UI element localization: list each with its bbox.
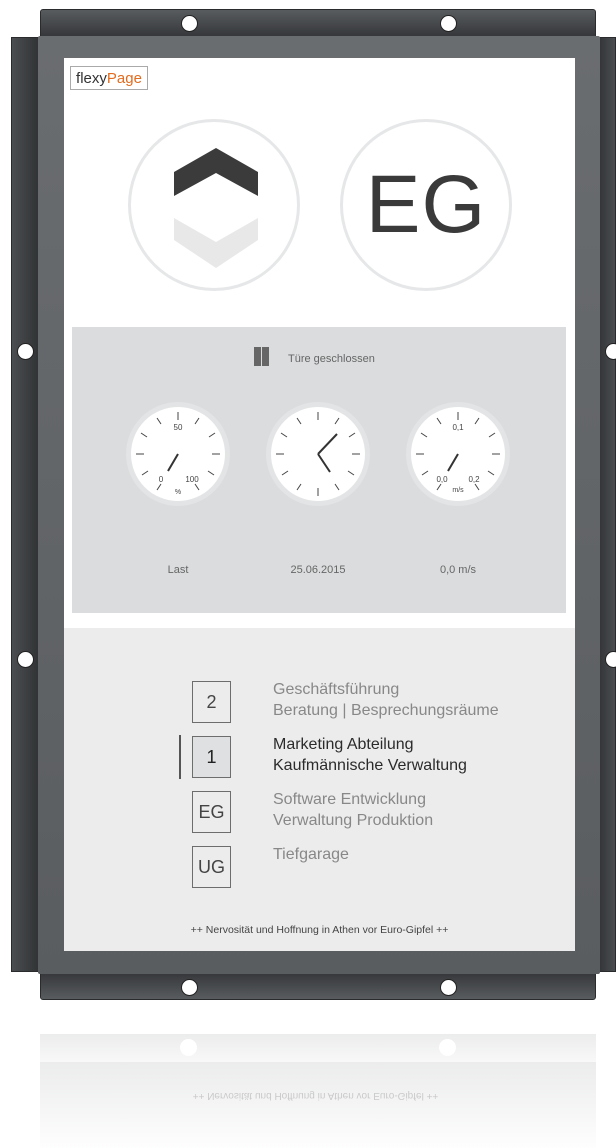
gauge-tick-label: 0 xyxy=(159,475,164,484)
speed-caption: 0,0 m/s xyxy=(439,564,477,576)
floor-description-line: Geschäftsführung xyxy=(273,681,400,698)
screw-hole xyxy=(440,979,457,996)
floor-button-eg[interactable]: EG xyxy=(192,791,231,833)
reflection-bezel xyxy=(40,1062,596,1148)
date-caption: 25.06.2015 xyxy=(290,564,346,576)
door-closed-icon xyxy=(254,347,269,366)
screw-hole xyxy=(181,15,198,32)
gauge-tick-label: 0,2 xyxy=(468,475,480,484)
reflection-hole xyxy=(439,1039,456,1056)
floor-description-line: Tiefgarage xyxy=(273,846,349,863)
screw-hole xyxy=(17,343,34,360)
current-floor-display: EG xyxy=(340,119,512,291)
mounting-bracket-bottom xyxy=(40,972,596,1000)
floor-description-line: Marketing Abteilung xyxy=(273,736,414,753)
gauge-tick-label: 0,0 xyxy=(436,475,448,484)
load-caption: Last xyxy=(167,564,189,576)
gauge-tick-label: 100 xyxy=(185,475,199,484)
news-ticker: ++ Nervosität und Hoffnung in Athen vor … xyxy=(190,924,449,936)
load-gauge: 50 0 100 % xyxy=(126,402,230,506)
floor-description-ug: Tiefgarage xyxy=(273,844,349,865)
floor-button-2[interactable]: 2 xyxy=(192,681,231,723)
reflection-bracket xyxy=(40,1034,596,1062)
device-reflection: ++ Nervosität und Hoffnung in Athen vor … xyxy=(40,1032,596,1148)
chevron-down-icon xyxy=(174,218,258,268)
screw-hole xyxy=(605,651,616,668)
active-floor-marker xyxy=(179,735,181,779)
gauge-tick-label: 50 xyxy=(174,423,183,432)
gauge-unit-label: % xyxy=(175,489,181,496)
direction-indicator xyxy=(128,119,300,291)
mounting-bracket-left xyxy=(11,37,41,972)
reflection-hole xyxy=(180,1039,197,1056)
screw-hole xyxy=(17,651,34,668)
current-floor-label: EG xyxy=(365,159,487,250)
floor-description-1: Marketing Abteilung Kaufmännische Verwal… xyxy=(273,734,467,776)
analog-clock xyxy=(266,402,370,506)
chevron-up-icon xyxy=(174,148,258,196)
floor-directory: 2 Geschäftsführung Beratung | Besprechun… xyxy=(64,628,575,951)
screw-hole xyxy=(440,15,457,32)
mounting-bracket-top xyxy=(40,9,596,37)
brand-logo: flexyPage xyxy=(70,66,148,90)
floor-button-1[interactable]: 1 xyxy=(192,736,231,778)
floor-description-line: Verwaltung Produktion xyxy=(273,812,434,829)
chevron-up-down-icon xyxy=(174,148,258,268)
status-panel: Türe geschlossen 50 0 100 % 0,1 0,0 0,2 … xyxy=(72,327,566,613)
gauge-tick-label: 0,1 xyxy=(452,423,464,432)
floor-description-line: Software Entwicklung xyxy=(273,791,426,808)
screw-hole xyxy=(605,343,616,360)
screw-hole xyxy=(181,979,198,996)
floor-description-line: Beratung | Besprechungsräume xyxy=(273,702,499,719)
floor-button-ug[interactable]: UG xyxy=(192,846,231,888)
display-screen: flexyPage EG Türe geschlossen 50 0 100 %… xyxy=(64,58,575,951)
floor-description-2: Geschäftsführung Beratung | Besprechungs… xyxy=(273,679,499,721)
floor-description-eg: Software Entwicklung Verwaltung Produkti… xyxy=(273,789,433,831)
door-status-label: Türe geschlossen xyxy=(288,353,375,365)
gauge-unit-label: m/s xyxy=(452,487,464,494)
floor-description-line: Kaufmännische Verwaltung xyxy=(273,757,467,774)
speed-gauge: 0,1 0,0 0,2 m/s xyxy=(406,402,510,506)
reflection-ticker: ++ Nervosität und Hoffnung in Athen vor … xyxy=(192,1090,439,1101)
